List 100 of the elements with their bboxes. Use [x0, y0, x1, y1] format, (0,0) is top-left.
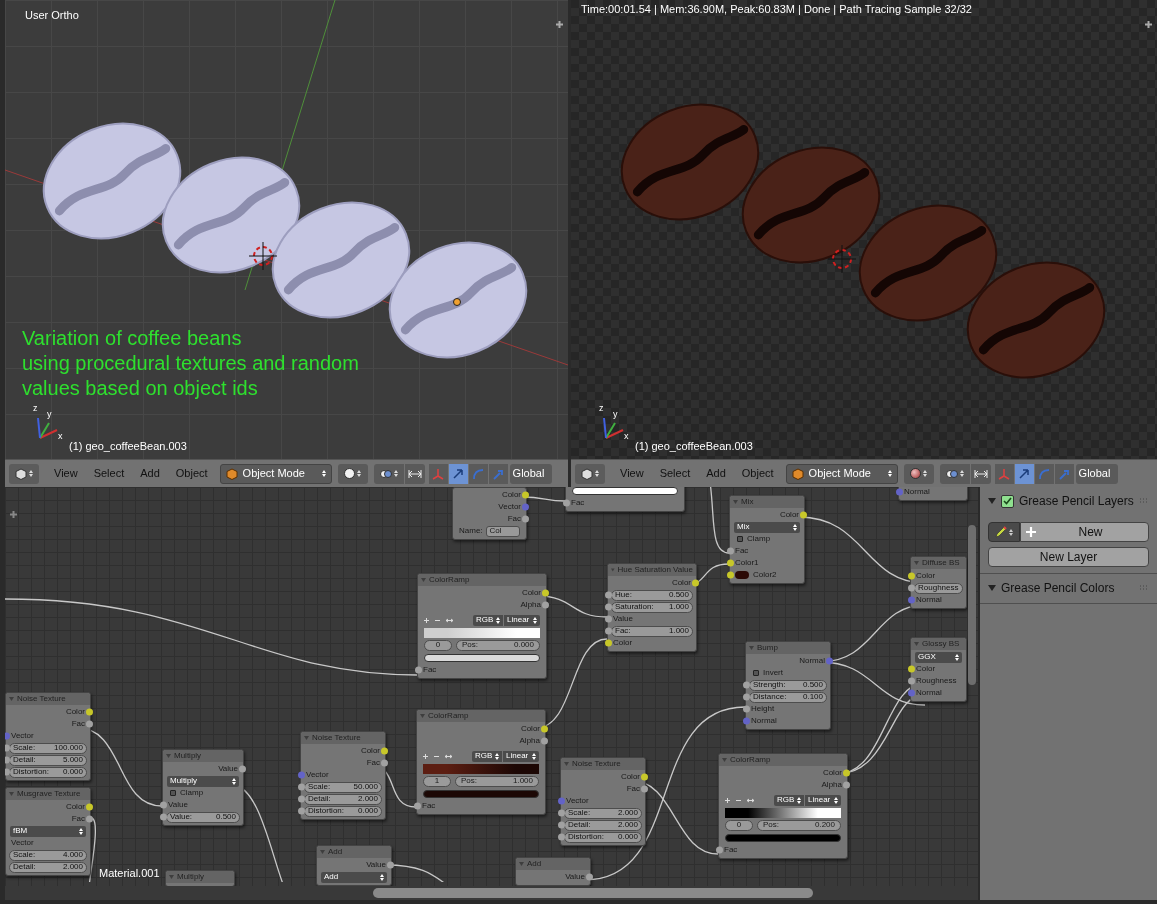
node-socket[interactable] — [558, 809, 565, 817]
node-socket[interactable] — [605, 615, 612, 623]
menu-item[interactable]: Select — [652, 463, 698, 484]
node-socket[interactable] — [692, 579, 699, 587]
node-card[interactable]: Color Vector Fac Name: Col — [452, 487, 527, 540]
mode-dropdown[interactable]: Object Mode — [785, 463, 898, 484]
manipulator-button[interactable] — [448, 463, 468, 484]
node-socket[interactable] — [563, 499, 570, 507]
node-socket[interactable] — [605, 591, 612, 599]
number-field[interactable]: Scale: 4.000 — [9, 849, 87, 861]
node-socket[interactable] — [558, 821, 565, 829]
number-field[interactable]: Strength: 0.500 — [749, 679, 827, 691]
color-ramp-gradient[interactable] — [725, 808, 841, 818]
checkbox[interactable] — [737, 536, 743, 542]
node-socket[interactable] — [522, 491, 529, 499]
node-socket[interactable] — [908, 689, 915, 697]
mode-dropdown[interactable]: Object Mode — [219, 463, 332, 484]
proportional-edit-button[interactable] — [404, 463, 425, 484]
node-socket[interactable] — [542, 601, 549, 609]
node-socket[interactable] — [896, 488, 903, 496]
checkbox[interactable] — [1001, 494, 1014, 508]
vertical-scrollbar[interactable] — [968, 525, 976, 685]
node-socket[interactable] — [641, 773, 648, 781]
menu-item[interactable]: Add — [699, 463, 733, 484]
node-socket[interactable] — [86, 720, 93, 728]
stop-index-field[interactable]: 0 — [725, 819, 753, 831]
number-field[interactable]: Detail: 5.000 — [9, 754, 87, 766]
node-socket[interactable] — [86, 708, 93, 716]
pivot-dropdown[interactable] — [939, 463, 970, 484]
node-socket[interactable] — [800, 511, 807, 519]
position-field[interactable]: Pos: 0.200 — [757, 819, 841, 831]
color-mode-dropdown[interactable]: RGB — [473, 614, 503, 626]
menu-item[interactable]: Object — [734, 463, 781, 484]
dropdown[interactable]: Multiply — [167, 775, 239, 787]
number-field[interactable]: Value: 0.500 — [166, 811, 240, 823]
node-socket[interactable] — [743, 705, 750, 713]
3d-viewport[interactable]: User Ortho Variation of coffee beans using procedural textures and random values based on object ids z y x (1) geo_coffeeBean.003 — [5, 0, 568, 459]
interpolation-dropdown[interactable]: Linear — [805, 794, 841, 806]
stop-index-field[interactable]: 1 — [423, 775, 451, 787]
node-socket[interactable] — [605, 627, 612, 635]
node-socket[interactable] — [5, 732, 10, 740]
position-field[interactable]: Pos: 0.000 — [456, 639, 540, 651]
node-socket[interactable] — [541, 737, 548, 745]
node-socket[interactable] — [743, 717, 750, 725]
node-socket[interactable] — [743, 693, 750, 701]
node-editor[interactable] — [5, 487, 978, 900]
proportional-edit-button[interactable] — [970, 463, 991, 484]
menu-item[interactable]: View — [47, 463, 85, 484]
node-card[interactable]: Multiply Value Multiply Clamp Value Value: 0.500 — [162, 749, 244, 826]
color-ramp-gradient[interactable] — [423, 764, 539, 774]
color-swatch[interactable] — [423, 790, 539, 798]
node-socket[interactable] — [908, 596, 915, 604]
flip-arrows-icon[interactable] — [446, 617, 453, 623]
node-socket[interactable] — [86, 803, 93, 811]
node-socket[interactable] — [5, 768, 10, 776]
dropdown[interactable]: GGX — [915, 651, 962, 663]
number-field[interactable]: Detail: 2.000 — [304, 793, 382, 805]
number-field[interactable]: Hue: 0.500 — [611, 589, 693, 601]
node-socket[interactable] — [86, 815, 93, 823]
stop-index-field[interactable]: 0 — [424, 639, 452, 651]
number-field[interactable]: Detail: 2.000 — [564, 819, 642, 831]
node-socket[interactable] — [586, 873, 593, 881]
node-socket[interactable] — [542, 589, 549, 597]
number-field[interactable]: Distortion: 0.000 — [304, 805, 382, 817]
color-ramp-gradient[interactable] — [424, 628, 540, 638]
horizontal-scrollbar[interactable] — [373, 888, 813, 898]
pivot-dropdown[interactable] — [373, 463, 404, 484]
menu-item[interactable]: View — [613, 463, 651, 484]
number-field[interactable]: Detail: 2.000 — [9, 861, 87, 873]
node-card[interactable]: Normal — [898, 487, 968, 501]
number-field[interactable]: Fac: 1.000 — [611, 625, 693, 637]
node-socket[interactable] — [522, 515, 529, 523]
menu-item[interactable]: Select — [86, 463, 132, 484]
node-socket[interactable] — [298, 795, 305, 803]
flip-arrows-icon[interactable] — [747, 797, 754, 803]
node-socket[interactable] — [387, 861, 394, 869]
flip-arrows-icon[interactable] — [445, 753, 452, 759]
color-mode-dropdown[interactable]: RGB — [774, 794, 804, 806]
interpolation-dropdown[interactable]: Linear — [503, 750, 539, 762]
node-socket[interactable] — [743, 681, 750, 689]
new-button[interactable]: New — [1020, 522, 1149, 542]
node-socket[interactable] — [522, 503, 529, 511]
node-socket[interactable] — [716, 846, 723, 854]
node-socket[interactable] — [908, 677, 915, 685]
name-field[interactable]: Col — [485, 525, 520, 537]
number-field[interactable]: Saturation: 1.000 — [611, 601, 693, 613]
node-socket[interactable] — [381, 759, 388, 767]
node-socket[interactable] — [381, 747, 388, 755]
color-swatch[interactable] — [725, 834, 841, 842]
new-layer-button[interactable]: New Layer — [988, 547, 1149, 567]
checkbox[interactable] — [170, 790, 176, 796]
number-field[interactable]: Distortion: 0.000 — [564, 831, 642, 843]
node-card[interactable]: Musgrave Texture Color Fac fBM Vector Scale: 4.000 Detail: 2.000 — [5, 787, 91, 876]
menu-item[interactable]: Object — [168, 463, 215, 484]
number-field[interactable]: Distance: 0.100 — [749, 691, 827, 703]
pencil-dropdown[interactable] — [988, 522, 1020, 542]
number-field[interactable]: Roughness — [914, 582, 963, 594]
color-mode-dropdown[interactable]: RGB — [472, 750, 502, 762]
node-socket[interactable] — [541, 725, 548, 733]
color-swatch[interactable] — [735, 571, 749, 579]
